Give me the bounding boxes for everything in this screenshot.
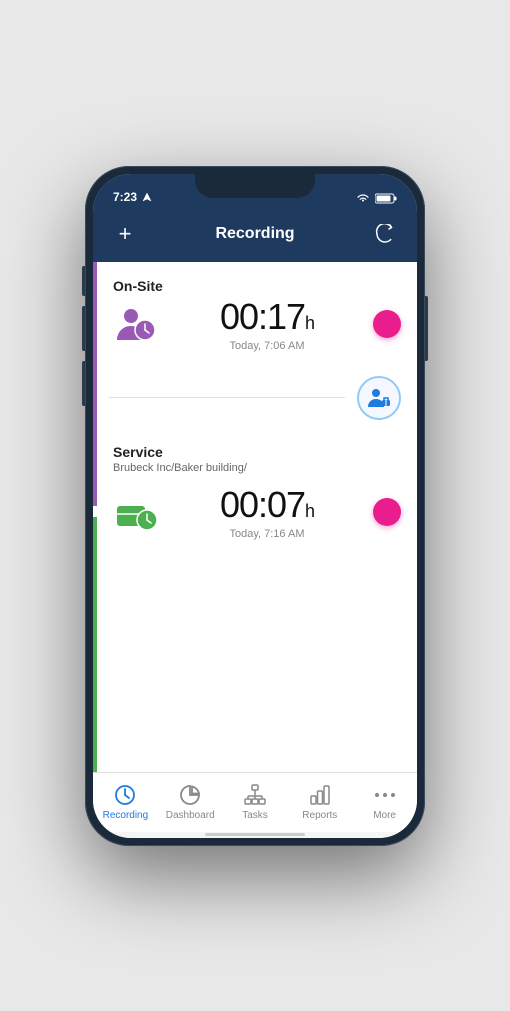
- side-button-mute: [82, 266, 85, 296]
- home-indicator: [93, 832, 417, 838]
- phone-frame: 7:23 +: [85, 166, 425, 846]
- nav-label-recording: Recording: [103, 810, 149, 821]
- refresh-icon: [375, 224, 395, 244]
- card-service: Service Brubeck Inc/Baker building/: [93, 428, 417, 560]
- bottom-navigation: Recording Dashboard: [93, 772, 417, 832]
- nav-item-dashboard[interactable]: Dashboard: [158, 777, 223, 827]
- status-time: 7:23: [113, 190, 152, 204]
- service-icon: [113, 488, 161, 536]
- header-title: Recording: [215, 225, 294, 243]
- onsite-timer: 00:17h: [173, 296, 361, 338]
- nav-item-tasks[interactable]: Tasks: [223, 777, 288, 827]
- card-body-onsite: 00:17h Today, 7:06 AM: [113, 296, 401, 352]
- nav-label-tasks: Tasks: [242, 810, 268, 821]
- side-button-volume-down: [82, 361, 85, 406]
- service-type-label: Service: [113, 444, 401, 460]
- onsite-icon: [113, 300, 161, 348]
- service-date: Today, 7:16 AM: [173, 528, 361, 540]
- service-timer: 00:07h: [173, 484, 361, 526]
- service-record-button[interactable]: [373, 498, 401, 526]
- bar-chart-icon: [308, 783, 332, 807]
- app-header: + Recording: [93, 210, 417, 262]
- card-body-service: 00:07h Today, 7:16 AM: [113, 484, 401, 540]
- card-type-label: On-Site: [113, 278, 401, 294]
- battery-icon: [375, 193, 397, 204]
- location-arrow-icon: [142, 192, 152, 202]
- phone-screen: 7:23 +: [93, 174, 417, 838]
- pie-chart-icon: [178, 783, 202, 807]
- onsite-date: Today, 7:06 AM: [173, 340, 361, 352]
- briefcase-clock-icon: [115, 492, 159, 532]
- person-clock-icon: [115, 304, 159, 344]
- nav-label-reports: Reports: [302, 810, 337, 821]
- side-button-power: [425, 296, 428, 361]
- service-time-wrap: 00:07h Today, 7:16 AM: [173, 484, 361, 540]
- nav-label-more: More: [373, 810, 396, 821]
- service-subtitle: Brubeck Inc/Baker building/: [113, 462, 401, 474]
- dots-icon: [373, 783, 397, 807]
- notch: [195, 174, 315, 198]
- divider-area: [93, 372, 417, 428]
- nav-item-reports[interactable]: Reports: [287, 777, 352, 827]
- nav-item-more[interactable]: More: [352, 777, 417, 827]
- status-icons: [356, 193, 397, 204]
- content-area: On-Site: [93, 262, 417, 772]
- clock-circle-icon: [113, 783, 137, 807]
- org-chart-icon: [243, 783, 267, 807]
- person-briefcase-icon: [367, 387, 391, 409]
- nav-item-recording[interactable]: Recording: [93, 777, 158, 827]
- onsite-record-button[interactable]: [373, 310, 401, 338]
- wifi-icon: [356, 193, 370, 203]
- refresh-button[interactable]: [369, 218, 401, 250]
- nav-label-dashboard: Dashboard: [166, 810, 215, 821]
- onsite-time-wrap: 00:17h Today, 7:06 AM: [173, 296, 361, 352]
- horizontal-divider: [109, 397, 345, 398]
- assign-button[interactable]: [357, 376, 401, 420]
- card-onsite: On-Site: [93, 262, 417, 372]
- add-button[interactable]: +: [109, 218, 141, 250]
- side-button-volume-up: [82, 306, 85, 351]
